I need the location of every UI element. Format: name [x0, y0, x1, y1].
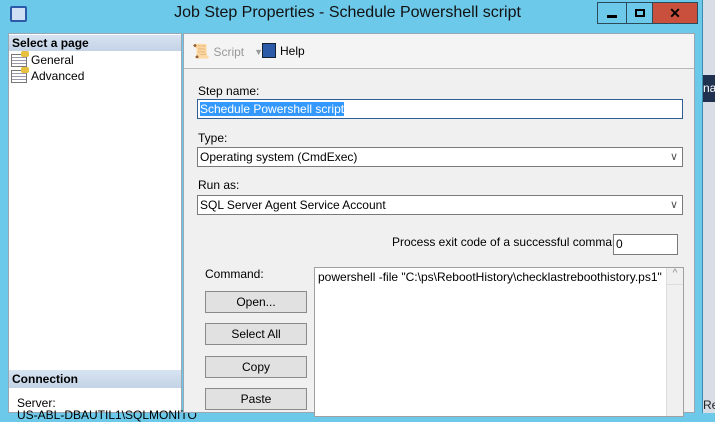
run-as-label: Run as:	[198, 178, 240, 192]
help-label: Help	[280, 43, 305, 58]
type-select[interactable]: Operating system (CmdExec) ∨	[197, 147, 683, 167]
page-item-general[interactable]: General	[11, 50, 74, 68]
step-name-value: Schedule Powershell script	[200, 102, 345, 116]
command-textarea[interactable]: powershell -file "C:\ps\RebootHistory\ch…	[314, 267, 684, 417]
page-label: General	[31, 53, 74, 67]
close-button[interactable]: ✕	[652, 2, 698, 24]
minimize-icon	[607, 14, 617, 18]
command-scrollbar[interactable]: ^	[666, 268, 683, 416]
command-value: powershell -file "C:\ps\RebootHistory\ch…	[318, 270, 662, 284]
type-label: Type:	[198, 131, 228, 145]
help-icon	[262, 43, 276, 58]
desktop-bottom-text: Re	[703, 398, 715, 412]
chevron-down-icon: ∨	[669, 199, 678, 211]
minimize-button[interactable]	[597, 2, 627, 24]
run-as-value: SQL Server Agent Service Account	[200, 198, 386, 212]
step-name-input[interactable]: Schedule Powershell script	[197, 99, 683, 119]
paste-button[interactable]: Paste	[205, 388, 307, 410]
page-item-advanced[interactable]: Advanced	[11, 66, 85, 84]
exit-code-input[interactable]: 0	[613, 234, 678, 255]
open-button[interactable]: Open...	[205, 291, 307, 313]
script-label: Script	[213, 44, 245, 59]
desktop-text: nai	[703, 75, 715, 102]
select-all-button[interactable]: Select All	[205, 323, 307, 345]
chevron-down-icon: ∨	[669, 151, 678, 163]
run-as-select[interactable]: SQL Server Agent Service Account ∨	[197, 195, 683, 215]
toolbar: 📜 Script ▼ Help	[184, 34, 694, 69]
command-label: Command:	[205, 267, 264, 281]
server-value: US-ABL-DBAUTIL1\SQLMONITO	[17, 408, 197, 422]
desktop-background: nai Re	[703, 0, 715, 413]
maximize-button[interactable]	[626, 2, 653, 24]
exit-code-label: Process exit code of a successful comman…	[392, 235, 629, 249]
page-selector-panel: Select a page General Advanced Connectio…	[8, 33, 197, 422]
general-page: 📜 Script ▼ Help Step name: Schedule Powers…	[183, 33, 695, 417]
connection-header: Connection	[9, 370, 181, 388]
script-button[interactable]: 📜 Script ▼	[192, 43, 263, 60]
page-icon	[11, 66, 29, 83]
select-page-header: Select a page	[9, 35, 181, 51]
step-name-label: Step name:	[198, 84, 260, 98]
script-icon: 📜	[192, 43, 210, 59]
help-button[interactable]: Help	[262, 43, 305, 58]
copy-button[interactable]: Copy	[205, 356, 307, 378]
scroll-up-icon[interactable]: ^	[667, 268, 683, 285]
page-label: Advanced	[31, 69, 85, 83]
close-icon: ✕	[669, 4, 681, 21]
type-value: Operating system (CmdExec)	[200, 150, 358, 164]
maximize-icon	[634, 9, 645, 17]
page-icon	[11, 50, 29, 67]
